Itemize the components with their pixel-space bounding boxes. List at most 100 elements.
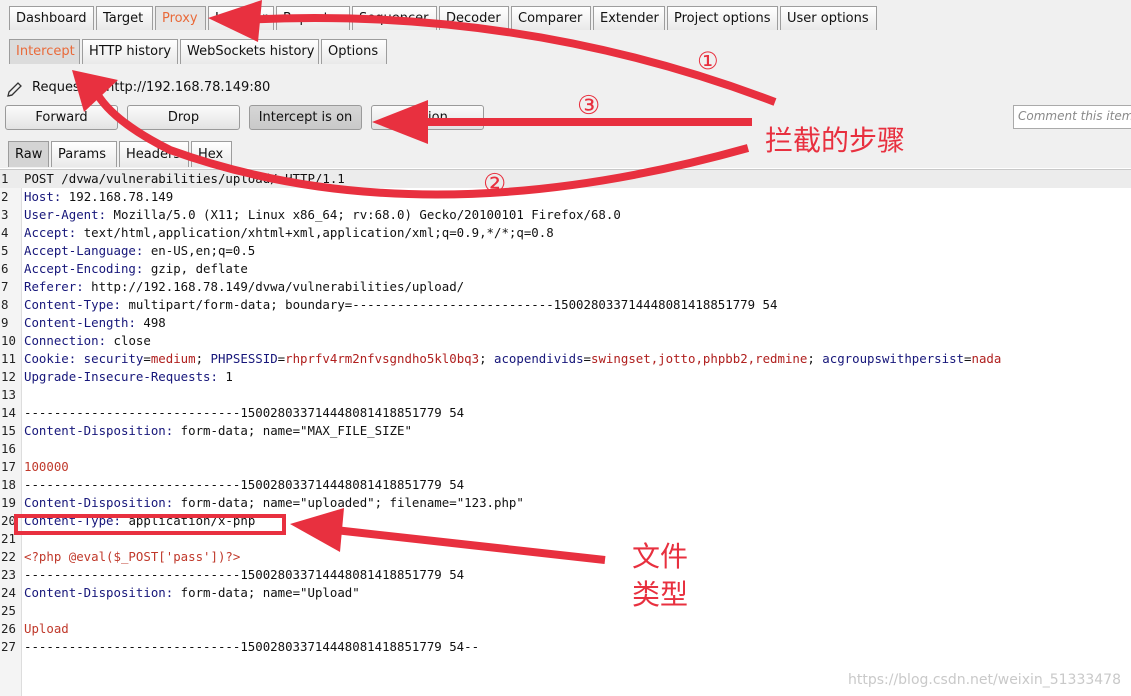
intercept-toggle-button[interactable]: Intercept is on <box>249 105 362 130</box>
line-number: 6 <box>1 261 9 276</box>
tab-raw[interactable]: Raw <box>8 141 49 167</box>
line-number: 5 <box>1 243 9 258</box>
cookie-token: = <box>143 351 151 366</box>
cookie-token: = <box>964 351 972 366</box>
header-name: Referer <box>24 279 77 294</box>
line-number: 16 <box>1 441 16 456</box>
request-line: 2 Host: 192.168.78.149 <box>0 188 1131 206</box>
line-number: 1 <box>1 171 9 186</box>
tab-proxy[interactable]: Proxy <box>155 6 206 30</box>
line-content: Cookie: security=medium; PHPSESSID=rhprf… <box>24 350 1001 368</box>
header-value: gzip, deflate <box>143 261 248 276</box>
tab-target[interactable]: Target <box>96 6 153 30</box>
header-name: Content-Disposition <box>24 423 166 438</box>
tab-sequencer[interactable]: Sequencer <box>352 6 437 30</box>
pencil-icon <box>7 82 22 97</box>
header-name: Host <box>24 189 54 204</box>
line-content: Content-Disposition: form-data; name="MA… <box>24 423 412 438</box>
line-number: 23 <box>1 567 16 582</box>
tab-project-options[interactable]: Project options <box>667 6 778 30</box>
header-name: Accept-Language <box>24 243 136 258</box>
request-line: 9 Content-Length: 498 <box>0 314 1131 332</box>
request-line: 18 -----------------------------150028033… <box>0 476 1131 494</box>
header-name: Content-Type <box>24 297 114 312</box>
line-content: Content-Disposition: form-data; name="Up… <box>24 585 360 600</box>
request-line: 24 Content-Disposition: form-data; name="… <box>0 584 1131 602</box>
line-content: 100000 <box>24 458 69 476</box>
header-value: http://192.168.78.149/dvwa/vulnerabiliti… <box>83 279 465 294</box>
tab-http-history[interactable]: HTTP history <box>82 39 178 64</box>
line-content: Content-Type: multipart/form-data; bound… <box>24 297 778 312</box>
cookie-token: security <box>76 351 144 366</box>
line-number: 11 <box>1 351 16 366</box>
tab-intruder[interactable]: Intruder <box>208 6 274 30</box>
line-number: 14 <box>1 405 16 420</box>
request-line: 8 Content-Type: multipart/form-data; boun… <box>0 296 1131 314</box>
cookie-token: acgroupswithpersist <box>822 351 965 366</box>
tab-repeater[interactable]: Repeater <box>276 6 350 30</box>
tab-websockets-history[interactable]: WebSockets history <box>180 39 319 64</box>
request-line: 23 -----------------------------150028033… <box>0 566 1131 584</box>
request-line: 19 Content-Disposition: form-data; name="… <box>0 494 1131 512</box>
body-value: Upload <box>24 621 69 636</box>
line-number: 9 <box>1 315 9 330</box>
action-button[interactable]: Action <box>371 105 484 130</box>
marker-3: ③ <box>577 91 601 121</box>
cookie-token: rhprfv4rm2nfvsgndho5kl0bq3 <box>285 351 480 366</box>
request-line: 15 Content-Disposition: form-data; name="… <box>0 422 1131 440</box>
request-line: 16 <box>0 440 1131 458</box>
cookie-token: = <box>277 351 286 366</box>
tab-hex[interactable]: Hex <box>191 141 232 167</box>
request-line: 10 Connection: close <box>0 332 1131 350</box>
line-number: 7 <box>1 279 9 294</box>
line-number: 24 <box>1 585 16 600</box>
line-number: 8 <box>1 297 9 312</box>
tab-user-options[interactable]: User options <box>780 6 877 30</box>
tab-dashboard[interactable]: Dashboard <box>9 6 94 30</box>
line-number: 19 <box>1 495 16 510</box>
watermark: https://blog.csdn.net/weixin_51333478 <box>847 672 1121 688</box>
proxy-sub-tab-bar: Intercept HTTP history WebSockets histor… <box>0 36 1131 69</box>
tab-intercept[interactable]: Intercept <box>9 39 80 64</box>
header-value: en-US,en;q=0.5 <box>143 243 256 258</box>
main-tab-bar: Dashboard Target Proxy Intruder Repeater… <box>0 0 1131 37</box>
line-number: 10 <box>1 333 16 348</box>
tab-headers[interactable]: Headers <box>119 141 189 167</box>
line-content: Accept: text/html,application/xhtml+xml,… <box>24 225 554 240</box>
tab-params[interactable]: Params <box>51 141 117 167</box>
request-line: 3 User-Agent: Mozilla/5.0 (X11; Linux x86… <box>0 206 1131 224</box>
comment-input[interactable]: Comment this item <box>1013 105 1131 129</box>
cookie-token: swingset,jotto,phpbb2,redmine <box>591 351 808 366</box>
line-number: 25 <box>1 603 16 618</box>
forward-button[interactable]: Forward <box>5 105 118 130</box>
body-value: 100000 <box>24 459 69 474</box>
header-name: Content-Disposition <box>24 585 166 600</box>
request-line: 17 100000 <box>0 458 1131 476</box>
tab-comparer[interactable]: Comparer <box>511 6 591 30</box>
tab-extender[interactable]: Extender <box>593 6 665 30</box>
drop-button[interactable]: Drop <box>127 105 240 130</box>
header-value: text/html,application/xhtml+xml,applicat… <box>76 225 554 240</box>
header-value: multipart/form-data; boundary=----------… <box>121 297 778 312</box>
header-value: 1 <box>217 369 233 384</box>
tab-options[interactable]: Options <box>321 39 387 64</box>
line-number: 18 <box>1 477 16 492</box>
cookie-token: acopendivids <box>494 351 584 366</box>
line-content: Upgrade-Insecure-Requests: 1 <box>24 369 233 384</box>
header-name: Upgrade-Insecure-Requests <box>24 369 211 384</box>
header-name: User-Agent <box>24 207 99 222</box>
line-content: Accept-Encoding: gzip, deflate <box>24 261 248 276</box>
line-content: -----------------------------15002803371… <box>24 477 465 492</box>
cookie-token: medium <box>150 351 196 366</box>
request-line: 14 -----------------------------150028033… <box>0 404 1131 422</box>
request-editor[interactable]: 1 POST /dvwa/vulnerabilities/upload/ HTTP… <box>0 169 1131 696</box>
request-line: 5 Accept-Language: en-US,en;q=0.5 <box>0 242 1131 260</box>
request-line: 4 Accept: text/html,application/xhtml+xml… <box>0 224 1131 242</box>
header-value: form-data; name="Upload" <box>173 585 360 600</box>
cookie-token: ; <box>479 351 495 366</box>
line-content: User-Agent: Mozilla/5.0 (X11; Linux x86_… <box>24 207 621 222</box>
marker-2: ② <box>483 169 507 199</box>
line-number: 3 <box>1 207 9 222</box>
request-line: 27 -----------------------------150028033… <box>0 638 1131 656</box>
tab-decoder[interactable]: Decoder <box>439 6 509 30</box>
